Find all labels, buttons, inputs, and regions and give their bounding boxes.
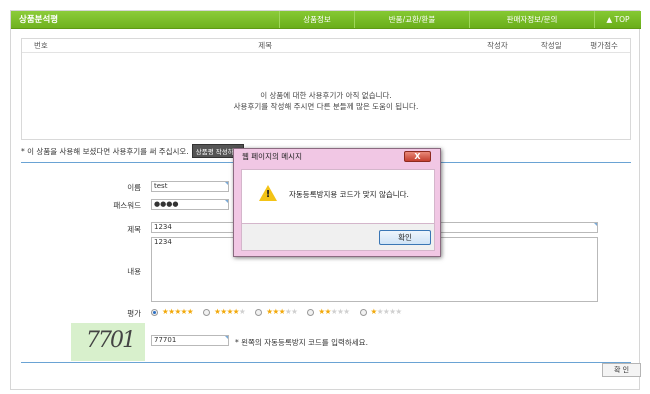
password-input[interactable]: ●●●● (151, 199, 229, 210)
tab-product-info[interactable]: 상품정보 (279, 11, 354, 28)
stars-5: ★★★★★ (162, 307, 194, 316)
rating-radio-4[interactable] (203, 308, 211, 316)
name-label: 이름 (127, 183, 141, 192)
name-input[interactable]: test (151, 181, 229, 192)
captcha-image: 7701 (71, 323, 145, 361)
dialog-message: 자동등록방지용 코드가 맞지 않습니다. (289, 190, 409, 199)
content-label: 내용 (127, 267, 141, 276)
stars-4: ★★★★★ (214, 307, 246, 316)
warning-icon-mark: ! (265, 189, 271, 200)
title-label: 제목 (127, 225, 141, 234)
rating-option-1[interactable]: ★★★★★ (359, 307, 403, 316)
stars-2: ★★★★★ (318, 307, 350, 316)
rating-radio-3[interactable] (255, 308, 263, 316)
review-table: 번호 제목 작성자 작성일 평가점수 이 상품에 대한 사용후기가 아직 없습니… (21, 38, 631, 140)
tab-top[interactable]: ▲ TOP (594, 11, 641, 28)
ok-button[interactable]: 확인 (379, 230, 431, 245)
dialog-title: 웹 페이지의 메시지 (242, 152, 302, 161)
table-header: 번호 제목 작성자 작성일 평가점수 (22, 39, 630, 53)
dialog-body: ! 자동등록방지용 코드가 맞지 않습니다. (241, 169, 435, 224)
tab-reviews[interactable]: 상품분석평 (11, 11, 279, 28)
rating-option-5[interactable]: ★★★★★ (151, 307, 194, 316)
column-number: 번호 (34, 41, 48, 50)
rating-option-3[interactable]: ★★★★★ (255, 307, 298, 316)
rating-radio-2[interactable] (307, 308, 315, 316)
tab-return-exchange[interactable]: 반품/교환/환불 (354, 11, 469, 28)
stars-1: ★★★★★ (370, 307, 403, 316)
empty-message-line-2: 사용후기를 작성해 주시면 다른 분들께 많은 도움이 됩니다. (233, 102, 419, 111)
column-score: 평가점수 (590, 41, 618, 50)
empty-message-line-1: 이 상품에 대한 사용후기가 아직 없습니다. (260, 91, 392, 100)
rating-option-4[interactable]: ★★★★★ (203, 307, 246, 316)
stars-3: ★★★★★ (266, 307, 298, 316)
alert-dialog: 웹 페이지의 메시지 X ! 자동등록방지용 코드가 맞지 않습니다. 확인 (233, 148, 441, 257)
rating-option-2[interactable]: ★★★★★ (307, 307, 350, 316)
close-icon[interactable]: X (404, 151, 431, 162)
captcha-note: * 왼쪽의 자동등록방지 코드를 입력하세요. (235, 338, 368, 347)
write-hint: * 이 상품을 사용해 보셨다면 사용후기를 써 주십시오. 상품평 작성하기 (21, 144, 244, 158)
empty-message: 이 상품에 대한 사용후기가 아직 없습니다. 사용후기를 작성해 주시면 다른… (22, 90, 630, 112)
column-date: 작성일 (540, 41, 562, 50)
column-author: 작성자 (487, 41, 508, 50)
rating-radio-5[interactable] (151, 308, 158, 316)
rating-label: 평가 (127, 309, 141, 318)
rating-group: ★★★★★ ★★★★★ ★★★★★ ★★★★★ ★★★★★ (151, 308, 412, 316)
captcha-input[interactable]: 77701 (151, 335, 229, 346)
tab-bar: 상품분석평 상품정보 반품/교환/환불 판매자정보/문의 ▲ TOP (11, 11, 641, 29)
column-title: 제목 (258, 41, 273, 50)
rating-radio-1[interactable] (359, 308, 367, 316)
hint-text: * 이 상품을 사용해 보셨다면 사용후기를 써 주십시오. (21, 146, 189, 156)
captcha-text: 7701 (86, 328, 136, 353)
tab-seller-info[interactable]: 판매자정보/문의 (469, 11, 594, 28)
password-label: 패스워드 (113, 201, 141, 210)
dialog-footer: 확인 (241, 224, 435, 251)
submit-button[interactable]: 확 인 (602, 363, 641, 377)
dialog-titlebar: 웹 페이지의 메시지 X (234, 149, 440, 164)
